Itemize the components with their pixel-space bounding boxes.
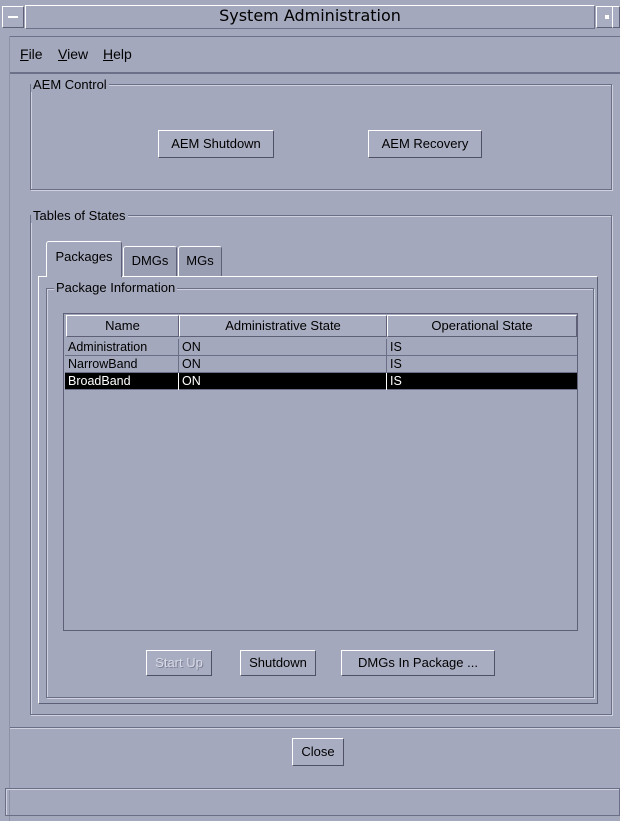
cell-name: Administration xyxy=(65,339,179,356)
cell-name: NarrowBand xyxy=(65,356,179,373)
aem-control-group xyxy=(30,84,612,190)
window-left-border xyxy=(0,36,10,821)
minimize-icon xyxy=(605,15,609,19)
package-information-label: Package Information xyxy=(54,280,178,295)
menu-view[interactable]: View xyxy=(58,46,88,62)
column-header-operational-state[interactable]: Operational State xyxy=(387,315,577,337)
start-up-button[interactable]: Start Up xyxy=(146,650,212,676)
cell-operational-state: IS xyxy=(390,374,402,388)
cell-operational-state: IS xyxy=(390,357,402,371)
menu-bar: File View Help xyxy=(10,36,620,74)
column-header-name[interactable]: Name xyxy=(66,315,179,337)
cell-administrative-state: ON xyxy=(179,373,387,390)
tab-dmgs[interactable]: DMGs xyxy=(123,246,177,276)
table-row[interactable]: Administration ON IS xyxy=(65,339,577,356)
package-table[interactable]: Name Administrative State Operational St… xyxy=(63,313,578,631)
maximize-button[interactable] xyxy=(612,6,620,28)
cell-administrative-state: ON xyxy=(179,356,387,373)
close-button[interactable]: Close xyxy=(292,738,344,766)
separator xyxy=(10,727,620,729)
shutdown-button[interactable]: Shutdown xyxy=(240,650,316,676)
title-bar: System Administration xyxy=(0,0,620,37)
tables-of-states-label: Tables of States xyxy=(31,208,128,223)
table-row-selected[interactable]: BroadBand ON IS xyxy=(65,373,577,390)
column-header-administrative-state[interactable]: Administrative State xyxy=(179,315,387,337)
aem-control-label: AEM Control xyxy=(31,77,109,92)
window-title: System Administration xyxy=(219,6,401,25)
cell-administrative-state: ON xyxy=(179,339,387,356)
tab-packages[interactable]: Packages xyxy=(46,241,122,277)
table-row[interactable]: NarrowBand ON IS xyxy=(65,356,577,373)
cell-operational-state: IS xyxy=(390,340,402,354)
menu-file[interactable]: File xyxy=(20,46,43,62)
tab-mgs[interactable]: MGs xyxy=(178,246,222,276)
status-bar xyxy=(5,788,620,816)
aem-recovery-button[interactable]: AEM Recovery xyxy=(368,130,482,158)
aem-shutdown-button[interactable]: AEM Shutdown xyxy=(158,130,274,158)
dmgs-in-package-button[interactable]: DMGs In Package ... xyxy=(341,650,495,676)
menu-help[interactable]: Help xyxy=(103,46,132,62)
cell-name: BroadBand xyxy=(65,373,179,390)
